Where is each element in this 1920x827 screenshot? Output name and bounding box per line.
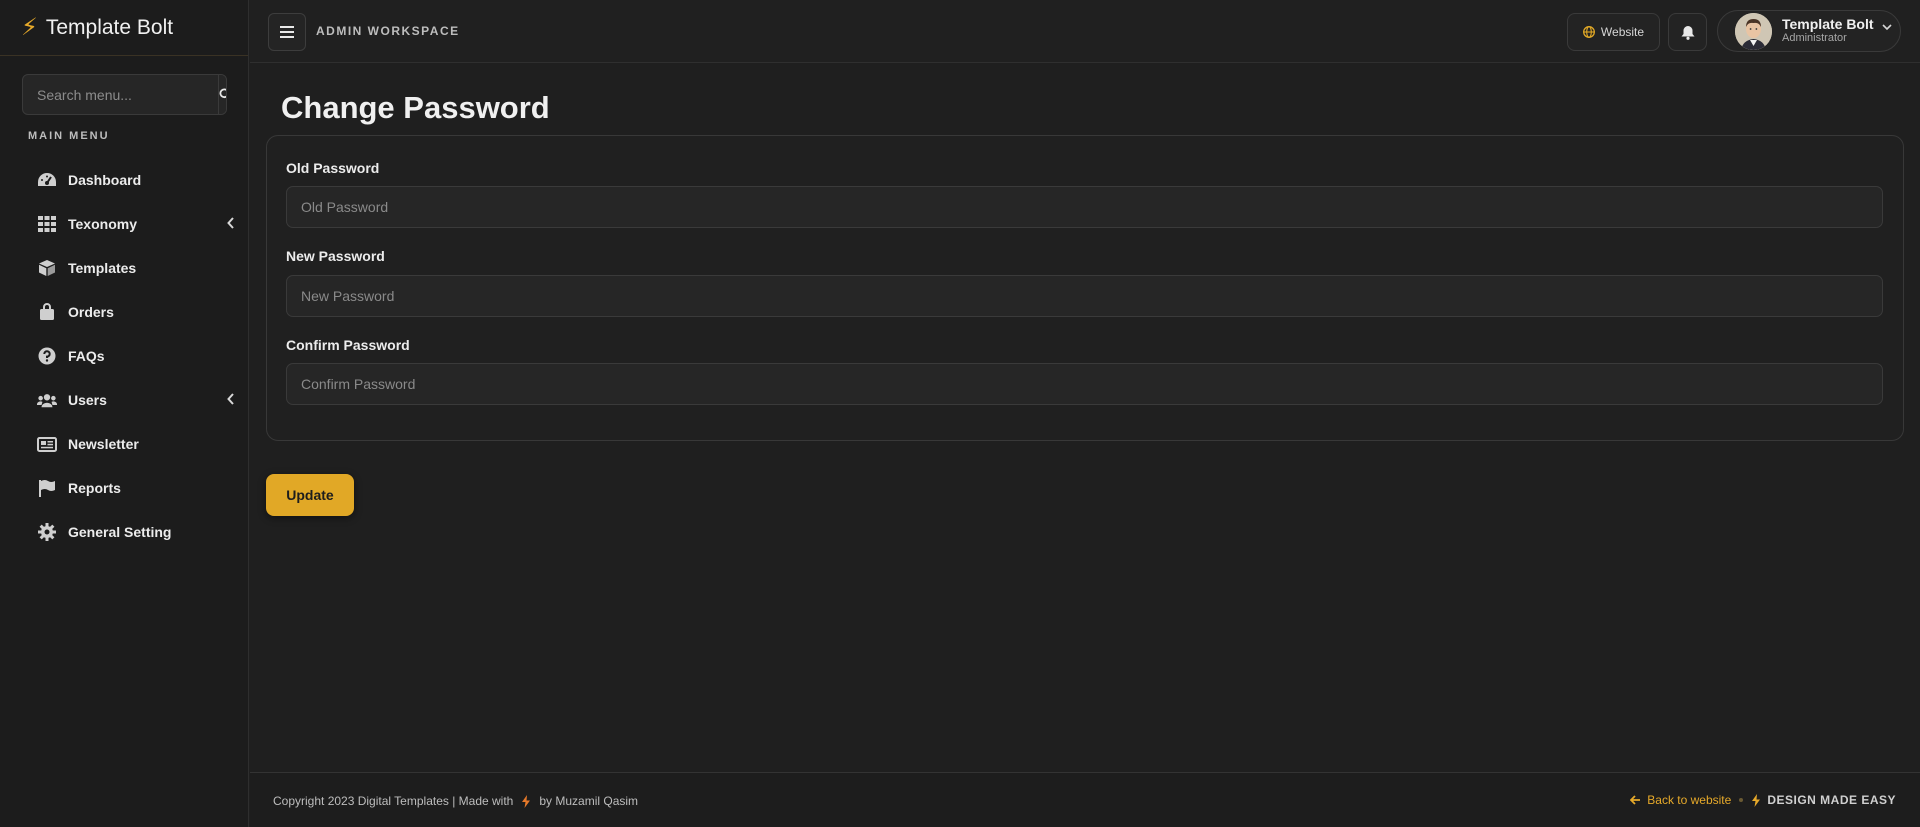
footer: Copyright 2023 Digital Templates | Made … bbox=[250, 772, 1920, 827]
globe-icon bbox=[1582, 26, 1595, 38]
sidebar-item-texonomy[interactable]: Texonomy bbox=[0, 202, 249, 246]
workspace-label: ADMIN WORKSPACE bbox=[316, 24, 460, 38]
sidebar-item-label: Dashboard bbox=[68, 172, 142, 188]
sidebar-item-label: Reports bbox=[68, 480, 121, 496]
change-password-card: Old Password New Password Confirm Passwo… bbox=[266, 135, 1904, 441]
search-icon bbox=[219, 88, 226, 99]
page-title: Change Password bbox=[281, 90, 550, 125]
tagline: DESIGN MADE EASY bbox=[1751, 793, 1896, 807]
new-password-label: New Password bbox=[286, 248, 385, 264]
sidebar-item-templates[interactable]: Templates bbox=[0, 246, 249, 290]
update-button[interactable]: Update bbox=[266, 474, 354, 516]
topbar: ADMIN WORKSPACE Website Template Bolt Ad… bbox=[250, 0, 1920, 63]
footer-links: Back to website DESIGN MADE EASY bbox=[1630, 793, 1896, 807]
brand[interactable]: ⚡ Template Bolt bbox=[0, 0, 248, 56]
question-circle-icon bbox=[37, 346, 57, 366]
bell-icon bbox=[1681, 25, 1694, 40]
notifications-button[interactable] bbox=[1668, 13, 1707, 51]
sidebar-item-label: Orders bbox=[68, 304, 114, 320]
main-menu: Dashboard Texonomy Templates Orders FAQs… bbox=[0, 158, 249, 554]
sidebar-item-label: Templates bbox=[68, 260, 137, 276]
copyright-text: Copyright 2023 Digital Templates | Made … bbox=[273, 794, 514, 808]
chevron-left-icon bbox=[227, 217, 234, 229]
bolt-logo-icon: ⚡ bbox=[21, 13, 38, 41]
website-button[interactable]: Website bbox=[1567, 13, 1660, 51]
sidebar-search bbox=[22, 74, 227, 115]
grid-icon bbox=[37, 214, 57, 234]
sidebar-item-general-setting[interactable]: General Setting bbox=[0, 510, 249, 554]
back-link-label: Back to website bbox=[1647, 793, 1732, 807]
sidebar-item-label: Newsletter bbox=[68, 436, 139, 452]
tagline-text: DESIGN MADE EASY bbox=[1767, 793, 1896, 807]
user-menu[interactable]: Template Bolt Administrator bbox=[1717, 10, 1901, 52]
footer-credits: Copyright 2023 Digital Templates | Made … bbox=[273, 794, 638, 808]
separator-dot bbox=[1739, 798, 1744, 802]
author-text: by Muzamil Qasim bbox=[539, 794, 639, 808]
sidebar-item-label: FAQs bbox=[68, 348, 105, 364]
hamburger-icon bbox=[280, 26, 294, 38]
user-role: Administrator bbox=[1782, 32, 1847, 44]
sidebar-item-faqs[interactable]: FAQs bbox=[0, 334, 249, 378]
confirm-password-label: Confirm Password bbox=[286, 337, 410, 353]
new-password-input[interactable] bbox=[286, 275, 1883, 317]
user-name: Template Bolt bbox=[1782, 16, 1874, 32]
brand-name: Template Bolt bbox=[45, 15, 174, 39]
website-label: Website bbox=[1600, 25, 1645, 39]
sidebar-item-dashboard[interactable]: Dashboard bbox=[0, 158, 249, 202]
menu-title: MAIN MENU bbox=[28, 130, 110, 142]
sidebar-item-reports[interactable]: Reports bbox=[0, 466, 249, 510]
flag-icon bbox=[37, 478, 57, 498]
arrow-left-icon bbox=[1630, 795, 1641, 805]
chevron-left-icon bbox=[227, 393, 234, 405]
confirm-password-input[interactable] bbox=[286, 363, 1883, 405]
newspaper-icon bbox=[37, 434, 57, 454]
search-input[interactable] bbox=[23, 75, 218, 114]
bolt-icon bbox=[1752, 793, 1761, 807]
bolt-icon bbox=[522, 794, 531, 808]
dashboard-icon bbox=[37, 170, 57, 190]
sidebar-item-newsletter[interactable]: Newsletter bbox=[0, 422, 249, 466]
sidebar-item-label: General Setting bbox=[68, 524, 172, 540]
shopping-bag-icon bbox=[37, 302, 57, 322]
gear-icon bbox=[37, 522, 57, 542]
sidebar-item-users[interactable]: Users bbox=[0, 378, 249, 422]
box-icon bbox=[37, 258, 57, 278]
menu-toggle-button[interactable] bbox=[268, 13, 306, 51]
avatar bbox=[1735, 13, 1772, 50]
sidebar-item-label: Users bbox=[68, 392, 107, 408]
users-icon bbox=[37, 390, 57, 410]
sidebar: ⚡ Template Bolt MAIN MENU Dashboard Texo… bbox=[0, 0, 249, 827]
old-password-label: Old Password bbox=[286, 160, 380, 176]
sidebar-item-label: Texonomy bbox=[68, 216, 137, 232]
old-password-input[interactable] bbox=[286, 186, 1883, 228]
search-button[interactable] bbox=[218, 75, 226, 114]
back-to-website-link[interactable]: Back to website bbox=[1630, 793, 1731, 807]
sidebar-item-orders[interactable]: Orders bbox=[0, 290, 249, 334]
chevron-down-icon bbox=[1882, 24, 1892, 31]
